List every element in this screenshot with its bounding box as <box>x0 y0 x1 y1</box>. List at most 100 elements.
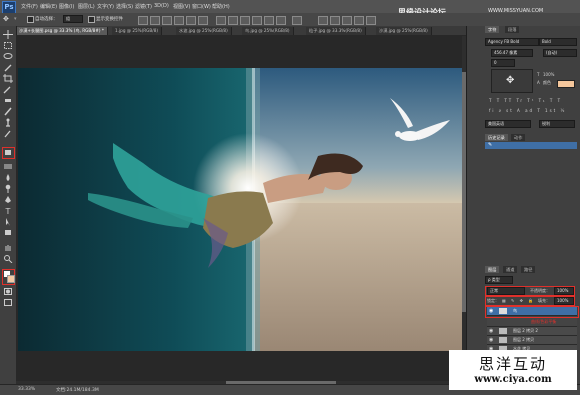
history-state-row[interactable]: ✎ <box>485 142 577 149</box>
background-color-swatch[interactable] <box>7 275 15 283</box>
align-right-icon[interactable] <box>198 16 208 25</box>
svg-text:T: T <box>5 207 11 215</box>
tab-document[interactable]: 水波.jpg @ 25%(RGB/8) <box>176 27 232 35</box>
eye-icon[interactable]: ◉ <box>489 307 493 315</box>
rectangle-icon[interactable] <box>3 228 13 237</box>
distribute-bottom-icon[interactable] <box>240 16 250 25</box>
pen-icon[interactable] <box>3 195 13 204</box>
lock-label: 锁定： <box>487 298 499 303</box>
font-style-select[interactable]: Bold <box>539 38 577 46</box>
3d-pan-icon[interactable] <box>342 16 352 25</box>
opentype-buttons[interactable]: fi ∂ st A ad T 1st ½ <box>489 108 566 113</box>
brush-icon[interactable] <box>3 107 13 116</box>
zoom-level[interactable]: 33.33% <box>18 387 35 392</box>
3d-slide-icon[interactable] <box>354 16 364 25</box>
eye-icon[interactable]: ◉ <box>489 327 493 335</box>
dodge-icon[interactable] <box>3 184 13 193</box>
language-select[interactable]: 美国英语 <box>485 120 531 128</box>
opacity-field[interactable]: 100% <box>554 287 574 295</box>
antialias-select[interactable]: 锐利 <box>539 120 575 128</box>
quick-select-icon[interactable] <box>3 63 13 72</box>
distribute-left-icon[interactable] <box>252 16 262 25</box>
distribute-vcenter-icon[interactable] <box>228 16 238 25</box>
eyedropper-icon[interactable] <box>3 85 13 94</box>
screen-mode-icon[interactable] <box>3 298 13 307</box>
menu-file[interactable]: 文件(F) <box>21 3 38 10</box>
text-style-buttons[interactable]: T T TT Tr T¹ T₁ T T <box>489 98 562 103</box>
align-bottom-icon[interactable] <box>162 16 172 25</box>
gradient-icon[interactable] <box>3 162 13 171</box>
lock-icons[interactable]: ▦ ✎ ✥ 🔒 <box>502 298 535 303</box>
layer-row[interactable]: ◉ 图层 2 拷贝 2 <box>487 327 577 336</box>
blur-icon[interactable] <box>3 173 13 182</box>
leading-field[interactable]: (自动) <box>543 49 577 57</box>
blend-mode-select[interactable]: 正常 <box>487 287 525 295</box>
tab-document[interactable]: 1.jpg @ 25%(RGB/8) <box>112 27 163 35</box>
tab-document[interactable]: 沙漠.jpg @ 25%(RGB/8) <box>376 27 432 35</box>
layer-thumbnail <box>499 308 507 314</box>
menu-window[interactable]: 窗口(W) <box>192 3 211 10</box>
move-icon[interactable] <box>3 30 13 39</box>
3d-scale-icon[interactable] <box>366 16 376 25</box>
tab-paths[interactable]: 路径 <box>521 266 536 273</box>
align-vcenter-icon[interactable] <box>150 16 160 25</box>
font-size-field[interactable]: 456.47 像素 <box>491 49 533 57</box>
document-canvas[interactable] <box>18 68 463 351</box>
marquee-icon[interactable] <box>3 41 13 50</box>
zoom-icon[interactable] <box>3 254 13 264</box>
menu-type[interactable]: 文字(Y) <box>97 3 114 10</box>
path-select-icon[interactable] <box>3 217 13 226</box>
color-swatches[interactable] <box>2 269 15 285</box>
eye-icon[interactable]: ◉ <box>489 336 493 344</box>
clone-stamp-icon[interactable] <box>3 118 13 127</box>
auto-align-icon[interactable] <box>292 16 302 25</box>
menu-edit[interactable]: 编辑(E) <box>40 3 57 10</box>
menu-image[interactable]: 图像(I) <box>59 3 74 10</box>
crop-icon[interactable] <box>3 74 13 83</box>
tab-document[interactable]: 粒子.jpg @ 33.3%(RGB/8) <box>306 27 366 35</box>
distribute-right-icon[interactable] <box>276 16 286 25</box>
tab-channels[interactable]: 通道 <box>503 266 518 273</box>
align-left-icon[interactable] <box>174 16 184 25</box>
align-hcenter-icon[interactable] <box>186 16 196 25</box>
menu-3d[interactable]: 3D(D) <box>154 3 169 9</box>
align-top-icon[interactable] <box>138 16 148 25</box>
lasso-icon[interactable] <box>3 52 13 61</box>
distribute-top-icon[interactable] <box>216 16 226 25</box>
tracking-field[interactable]: 0 <box>491 59 515 67</box>
healing-brush-icon[interactable] <box>3 96 13 105</box>
tab-paragraph[interactable]: 段落 <box>505 26 520 33</box>
chevron-down-icon[interactable]: ▾ <box>14 16 17 22</box>
layer-row-selected[interactable]: ◉ 鸟 <box>487 307 577 316</box>
layer-row[interactable]: ◉ 图层 2 拷贝 <box>487 336 577 345</box>
show-transform-checkbox[interactable] <box>88 16 95 23</box>
menu-filter[interactable]: 滤镜(T) <box>135 3 152 10</box>
auto-select-checkbox[interactable] <box>27 16 34 23</box>
tab-document[interactable]: 鸟.jpg @ 25%(RGB/8) <box>242 27 294 35</box>
auto-select-dropdown[interactable]: 组 <box>63 15 83 23</box>
tab-document-active[interactable]: 沙漠+长腿图.psg @ 33.3% (鸟, RGB/8#) * <box>16 27 108 35</box>
tab-layers[interactable]: 图层 <box>485 266 500 273</box>
tab-actions[interactable]: 动作 <box>511 134 526 141</box>
quick-mask-icon[interactable] <box>3 287 13 296</box>
tab-history[interactable]: 历史记录 <box>485 134 508 141</box>
eraser-icon[interactable] <box>2 147 15 159</box>
history-brush-icon[interactable] <box>3 129 13 138</box>
fill-field[interactable]: 100% <box>554 297 574 305</box>
hand-icon[interactable] <box>3 243 13 252</box>
text-color-swatch[interactable] <box>557 80 575 88</box>
font-family-select[interactable]: Agency FB Bold <box>485 38 539 46</box>
layer-filter-kind[interactable]: ρ 类型 <box>485 276 513 284</box>
menu-select[interactable]: 选择(S) <box>116 3 133 10</box>
menu-view[interactable]: 视图(V) <box>173 3 190 10</box>
menu-help[interactable]: 帮助(H) <box>212 3 230 10</box>
distribute-hcenter-icon[interactable] <box>264 16 274 25</box>
3d-rotate-icon[interactable] <box>318 16 328 25</box>
tab-character[interactable]: 字符 <box>485 26 500 33</box>
move-tool-icon[interactable]: ✥ <box>3 15 9 23</box>
type-icon[interactable]: T <box>3 206 13 216</box>
adjustment-group-row[interactable]: 曲线/色彩平衡 <box>487 318 577 327</box>
history-brush-icon: ✎ <box>488 142 493 148</box>
3d-roll-icon[interactable] <box>330 16 340 25</box>
menu-layer[interactable]: 图层(L) <box>78 3 95 10</box>
